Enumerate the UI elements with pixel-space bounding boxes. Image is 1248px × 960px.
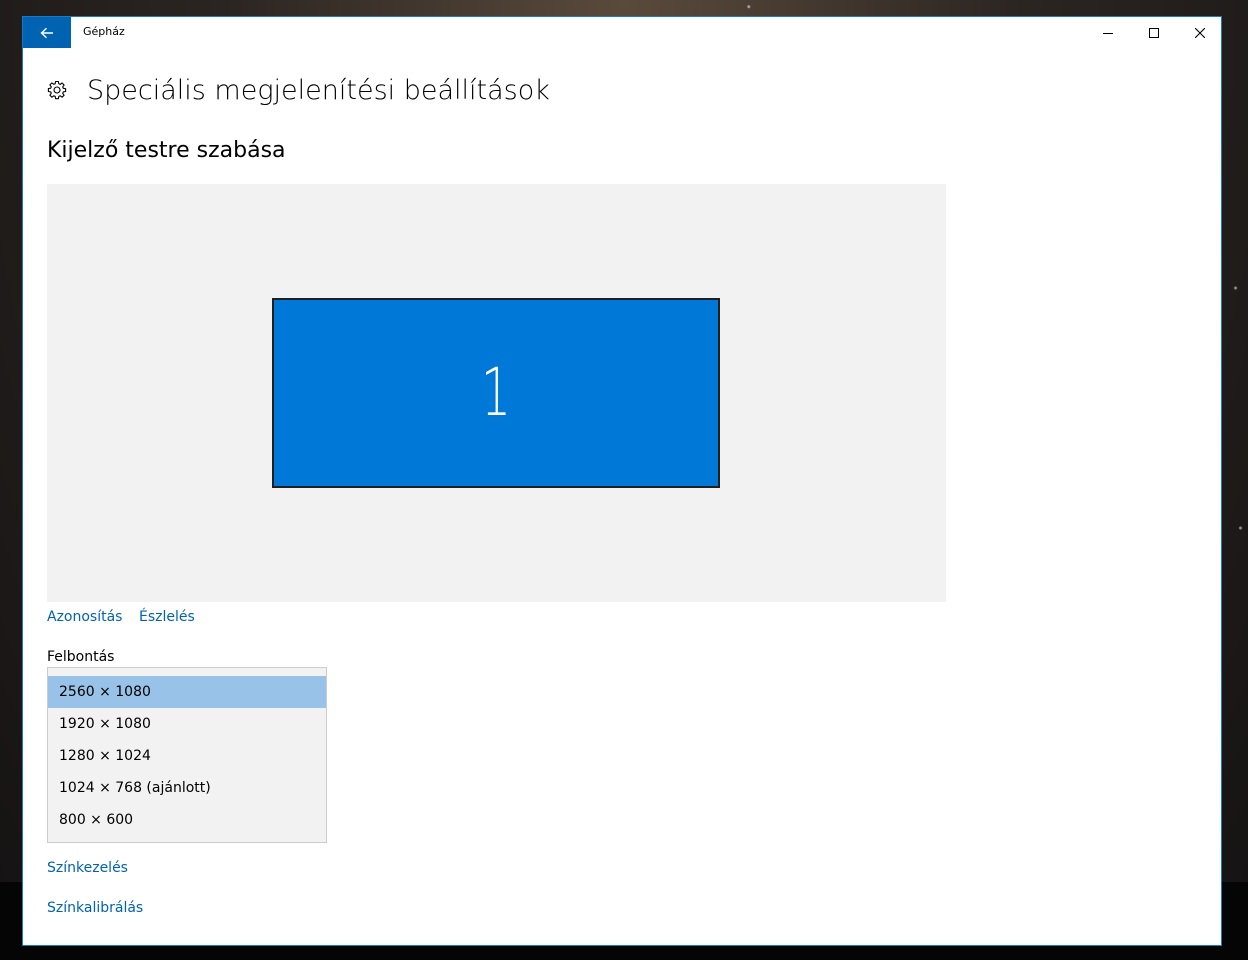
- settings-window: Gépház Speciális megjelenítési beállítás…: [22, 16, 1222, 946]
- color-calibration-link[interactable]: Színkalibrálás: [47, 900, 143, 916]
- maximize-button[interactable]: [1131, 17, 1177, 48]
- app-title: Gépház: [83, 25, 125, 38]
- section-title: Kijelző testre szabása: [47, 138, 286, 163]
- resolution-option[interactable]: 1280 × 1024: [48, 740, 326, 772]
- monitor-number: 1: [480, 354, 512, 431]
- maximize-icon: [1149, 27, 1159, 38]
- gear-icon: [47, 80, 67, 100]
- close-button[interactable]: [1177, 17, 1221, 48]
- resolution-option[interactable]: 2560 × 1080: [48, 676, 326, 708]
- arrow-left-icon: [40, 27, 53, 38]
- monitor-1[interactable]: 1: [272, 298, 720, 488]
- display-arrangement-area: 1: [47, 184, 946, 602]
- resolution-option[interactable]: 1024 × 768 (ajánlott): [48, 772, 326, 804]
- resolution-option[interactable]: 1920 × 1080: [48, 708, 326, 740]
- resolution-label: Felbontás: [47, 649, 115, 665]
- close-icon: [1195, 27, 1205, 38]
- minimize-button[interactable]: [1085, 17, 1131, 48]
- minimize-icon: [1103, 32, 1113, 34]
- page-header: Speciális megjelenítési beállítások: [47, 74, 550, 106]
- color-management-link[interactable]: Színkezelés: [47, 860, 128, 876]
- identify-link[interactable]: Azonosítás: [47, 609, 122, 625]
- back-button[interactable]: [23, 17, 71, 48]
- title-bar: Gépház: [23, 17, 1221, 48]
- resolution-dropdown-list[interactable]: 2560 × 1080 1920 × 1080 1280 × 1024 1024…: [47, 667, 327, 843]
- detect-link[interactable]: Észlelés: [139, 609, 195, 625]
- page-title: Speciális megjelenítési beállítások: [87, 74, 550, 106]
- resolution-option[interactable]: 800 × 600: [48, 804, 326, 836]
